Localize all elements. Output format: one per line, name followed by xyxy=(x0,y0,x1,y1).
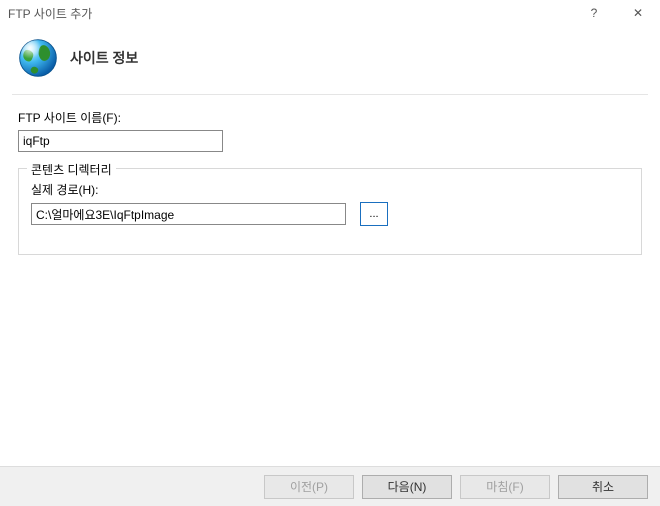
close-button[interactable]: ✕ xyxy=(616,0,660,26)
globe-icon xyxy=(16,36,60,80)
next-button[interactable]: 다음(N) xyxy=(362,475,452,499)
cancel-button[interactable]: 취소 xyxy=(558,475,648,499)
titlebar: FTP 사이트 추가 ? ✕ xyxy=(0,0,660,26)
page-title: 사이트 정보 xyxy=(70,48,138,68)
finish-button[interactable]: 마침(F) xyxy=(460,475,550,499)
window-title: FTP 사이트 추가 xyxy=(8,5,572,22)
help-icon: ? xyxy=(591,6,598,20)
footer: 이전(P) 다음(N) 마침(F) 취소 xyxy=(0,466,660,506)
content-directory-group: 콘텐츠 디렉터리 실제 경로(H): ... xyxy=(18,168,642,255)
help-button[interactable]: ? xyxy=(572,0,616,26)
page-header: 사이트 정보 xyxy=(0,26,660,94)
physical-path-label: 실제 경로(H): xyxy=(31,181,629,198)
content-area: FTP 사이트 이름(F): 콘텐츠 디렉터리 실제 경로(H): ... xyxy=(0,109,660,481)
site-name-input[interactable] xyxy=(18,130,223,152)
site-name-label: FTP 사이트 이름(F): xyxy=(18,109,642,126)
divider xyxy=(12,94,648,95)
physical-path-input[interactable] xyxy=(31,203,346,225)
content-directory-legend: 콘텐츠 디렉터리 xyxy=(27,161,116,178)
browse-button-label: ... xyxy=(369,208,378,220)
previous-button[interactable]: 이전(P) xyxy=(264,475,354,499)
close-icon: ✕ xyxy=(633,6,643,20)
browse-button[interactable]: ... xyxy=(360,202,388,226)
